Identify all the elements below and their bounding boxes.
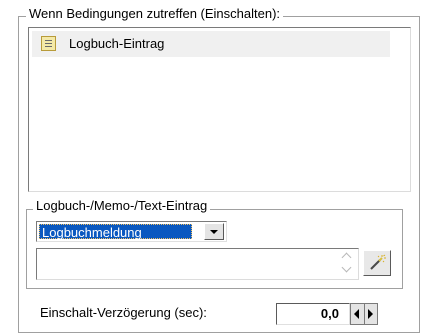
list-item-label: Logbuch-Eintrag (69, 36, 165, 51)
increase-arrow-icon[interactable] (364, 304, 377, 324)
conditions-list[interactable]: Logbuch-Eintrag (28, 27, 411, 192)
scroll-up-icon[interactable] (342, 252, 352, 262)
magic-wand-button[interactable] (363, 250, 391, 276)
delay-spinner[interactable] (350, 303, 378, 325)
chevron-down-icon[interactable] (204, 223, 224, 240)
decrease-arrow-icon[interactable] (351, 304, 365, 324)
magic-wand-icon (370, 254, 386, 270)
entry-type-dropdown[interactable]: Logbuchmeldung (36, 221, 227, 242)
delay-input[interactable]: 0,0 (276, 303, 350, 325)
delay-value: 0,0 (320, 306, 339, 321)
entry-text-field[interactable] (36, 248, 359, 280)
scroll-down-icon[interactable] (342, 264, 352, 274)
delay-label: Einschalt-Verzögerung (sec): (40, 305, 207, 320)
logbook-entry-icon (41, 36, 56, 51)
entry-group-label: Logbuch-/Memo-/Text-Eintrag (33, 198, 211, 214)
list-item[interactable]: Logbuch-Eintrag (32, 31, 390, 57)
conditions-group-label: Wenn Bedingungen zutreffen (Einschalten)… (26, 6, 284, 22)
entry-type-value: Logbuchmeldung (39, 224, 192, 240)
